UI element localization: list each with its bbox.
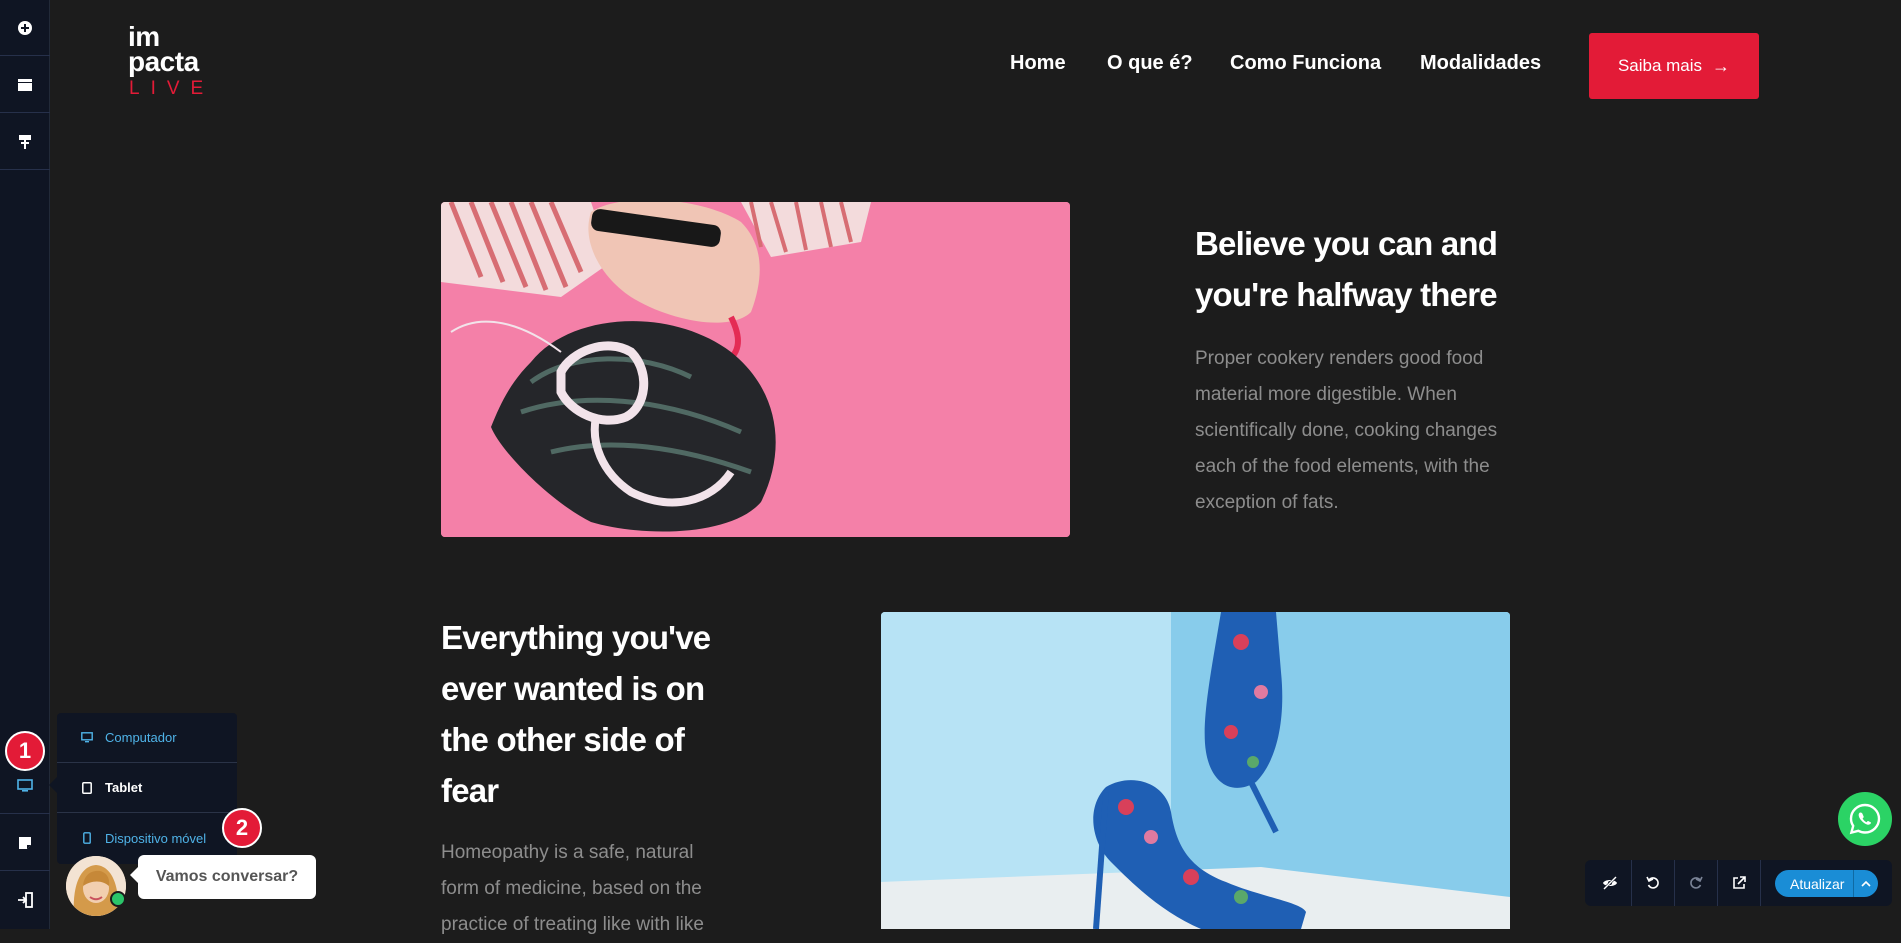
heading-line: the other side of bbox=[441, 721, 685, 758]
section-heading: Everything you've ever wanted is on the … bbox=[441, 612, 711, 816]
paint-roller-icon bbox=[19, 134, 31, 149]
nav-link-como-funciona[interactable]: Como Funciona bbox=[1230, 52, 1381, 75]
nav-link-o-que-e[interactable]: O que é? bbox=[1107, 52, 1193, 75]
device-menu: Computador Tablet Dispositivo móvel bbox=[49, 713, 237, 864]
device-option-label: Computador bbox=[105, 730, 177, 745]
templates-button[interactable] bbox=[0, 57, 50, 113]
desktop-icon bbox=[17, 778, 33, 792]
nav-link-home[interactable]: Home bbox=[1010, 52, 1066, 75]
layout-icon bbox=[18, 78, 32, 91]
open-preview-button[interactable] bbox=[1718, 860, 1761, 906]
step-badge-2: 2 bbox=[222, 808, 262, 848]
headphones-photo bbox=[441, 202, 1070, 537]
site-logo[interactable]: im pacta LIVE bbox=[128, 23, 238, 105]
paragraph-line: each of the food elements, with the bbox=[1195, 456, 1490, 477]
mobile-icon bbox=[81, 832, 93, 844]
tablet-icon bbox=[81, 781, 93, 794]
logo-line-3: LIVE bbox=[129, 78, 215, 99]
chat-avatar[interactable] bbox=[66, 856, 126, 916]
heading-line: Everything you've bbox=[441, 619, 711, 656]
paragraph-line: Proper cookery renders good food bbox=[1195, 348, 1484, 369]
device-option-tablet[interactable]: Tablet bbox=[57, 763, 237, 813]
whatsapp-button[interactable] bbox=[1838, 792, 1892, 846]
logo-line-2: pacta bbox=[128, 46, 199, 77]
styles-button[interactable] bbox=[0, 114, 50, 170]
update-label: Atualizar bbox=[1790, 875, 1845, 892]
device-option-desktop[interactable]: Computador bbox=[57, 713, 237, 763]
chat-bubble[interactable]: Vamos conversar? bbox=[130, 855, 316, 899]
undo-icon bbox=[1646, 876, 1659, 889]
nav-link-modalidades[interactable]: Modalidades bbox=[1420, 52, 1541, 75]
heading-line: you're halfway there bbox=[1195, 276, 1498, 313]
cta-label: Saiba mais bbox=[1617, 56, 1703, 75]
arrow-right-icon: → bbox=[1712, 55, 1731, 76]
paragraph-line: scientifically done, cooking changes bbox=[1195, 420, 1498, 441]
note-icon bbox=[19, 836, 31, 849]
heading-line: ever wanted is on bbox=[441, 670, 705, 707]
editor-sidebar bbox=[0, 0, 50, 929]
saiba-mais-button[interactable]: Saiba mais → bbox=[1589, 33, 1759, 99]
plus-circle-icon bbox=[18, 20, 32, 35]
paragraph-line: form of medicine, based on the bbox=[441, 878, 702, 899]
heading-line: fear bbox=[441, 772, 499, 809]
exit-editor-button[interactable] bbox=[0, 872, 50, 928]
editor-toolbar: Atualizar bbox=[1585, 860, 1892, 906]
add-element-button[interactable] bbox=[0, 0, 50, 56]
paragraph-line: practice of treating like with like bbox=[441, 914, 704, 935]
paragraph-line: material more digestible. When bbox=[1195, 384, 1457, 405]
device-option-label: Dispositivo móvel bbox=[105, 830, 207, 846]
external-link-icon bbox=[1733, 876, 1746, 889]
online-status-dot bbox=[110, 891, 126, 907]
heading-line: Believe you can and bbox=[1195, 225, 1498, 262]
section-paragraph: Homeopathy is a safe, natural form of me… bbox=[441, 835, 704, 943]
undo-button[interactable] bbox=[1632, 860, 1675, 906]
paragraph-line: Homeopathy is a safe, natural bbox=[441, 842, 694, 863]
update-button[interactable]: Atualizar bbox=[1775, 870, 1878, 897]
notes-button[interactable] bbox=[0, 815, 50, 871]
whatsapp-icon bbox=[1849, 803, 1881, 835]
redo-button[interactable] bbox=[1675, 860, 1718, 906]
redo-icon bbox=[1690, 876, 1703, 889]
paragraph-line: exception of fats. bbox=[1195, 492, 1339, 513]
chevron-up-icon[interactable] bbox=[1854, 880, 1878, 887]
device-option-label: Tablet bbox=[105, 780, 143, 795]
desktop-icon bbox=[81, 732, 93, 744]
eye-off-icon bbox=[1603, 876, 1617, 890]
exit-icon bbox=[18, 892, 33, 908]
section-paragraph: Proper cookery renders good food materia… bbox=[1195, 341, 1497, 521]
section-heading: Believe you can and you're halfway there bbox=[1195, 218, 1498, 320]
step-badge-1: 1 bbox=[5, 731, 45, 771]
heels-photo bbox=[881, 612, 1510, 929]
toggle-visibility-button[interactable] bbox=[1589, 860, 1632, 906]
